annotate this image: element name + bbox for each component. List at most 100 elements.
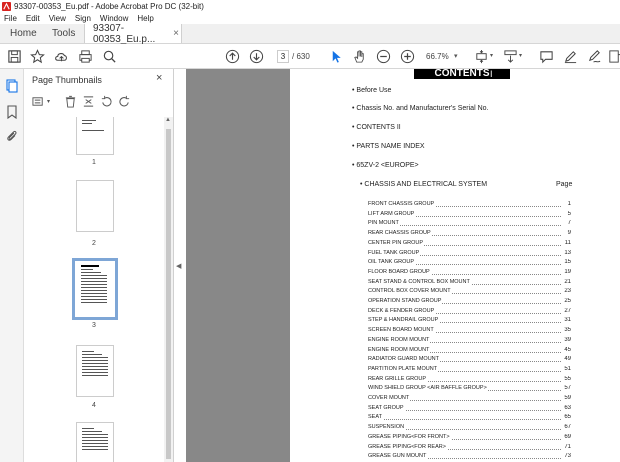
panel-close-icon[interactable]: × [156,72,162,84]
toc-title: WIND SHIELD GROUP <AIR BAFFLE GROUP> [368,385,488,392]
options-menu-icon[interactable] [32,95,46,109]
page-number-input[interactable]: 3 [277,50,289,63]
toc-row[interactable]: GREASE PIPING<FOR REAR> 71 [368,443,571,453]
toc-row[interactable]: SEAT STAND & CONTROL BOX MOUNT 21 [368,278,571,288]
toc-page-number: 21 [563,278,571,285]
toc-row[interactable]: PARTITION PLATE MOUNT 51 [368,365,571,375]
thumbnail-page-1[interactable] [76,117,114,155]
scrollbar-thumb[interactable] [166,129,171,459]
toc-row[interactable]: SEAT GROUP 63 [368,404,571,414]
scroll-up-icon[interactable]: ▲ [165,117,171,123]
tab-home[interactable]: Home [0,24,42,43]
toc-row[interactable]: FLOOR BOARD GROUP 19 [368,268,571,278]
toc-row[interactable]: COVER MOUNT 59 [368,395,571,404]
toc-row[interactable]: FRONT CHASSIS GROUP 1 [368,201,571,210]
page-fit-icon[interactable] [473,48,489,64]
zoom-in-icon[interactable] [399,48,415,64]
menu-help[interactable]: Help [137,14,153,23]
section-chassis-electrical[interactable]: • CHASSIS AND ELECTRICAL SYSTEM [360,181,487,188]
main-toolbar: 3 / 630 66.7% ▾ ▾ ▾ [0,44,620,69]
menu-sign[interactable]: Sign [75,14,91,23]
save-icon[interactable] [6,48,22,64]
hand-tool-icon[interactable] [351,48,367,64]
pen-highlight-icon[interactable] [562,48,578,64]
thumbnail-page-5[interactable] [76,422,114,462]
menu-window[interactable]: Window [100,14,128,23]
toc-title: GREASE PIPING<FOR FRONT> [368,433,451,440]
page-fit-dropdown-icon[interactable]: ▾ [490,52,493,59]
toc-row[interactable]: STEP & HANDRAIL GROUP 31 [368,317,571,326]
document-view[interactable]: CONTENTS I • Before Use • Chassis No. an… [186,69,620,462]
collapse-panel-icon[interactable]: ◀ [176,262,181,270]
toc-page-number: 13 [563,249,571,256]
contents-heading: CONTENTS [434,68,490,79]
toc-page-number: 23 [563,288,571,295]
toc-title: COVER MOUNT [368,395,411,401]
page-thumbnails-icon[interactable] [5,79,19,93]
toc-row[interactable]: SEAT 65 [368,414,571,423]
menu-file[interactable]: File [4,14,17,23]
bookmark-star-icon[interactable] [29,48,45,64]
attachments-icon[interactable] [5,129,19,143]
toc-page-number: 31 [563,317,571,324]
toc-row[interactable]: OIL TANK GROUP 15 [368,259,571,268]
rotate-counterclockwise-icon[interactable] [100,95,114,109]
options-dropdown-icon[interactable]: ▾ [47,98,50,105]
toc-row[interactable]: LIFT ARM GROUP 5 [368,210,571,220]
toc-page-number: 11 [563,239,571,246]
toc-row[interactable]: ENGINE ROOM MOUNT 39 [368,336,571,346]
tab-tools[interactable]: Tools [42,24,84,43]
toc-row[interactable]: FUEL TANK GROUP 13 [368,249,571,259]
sign-icon[interactable] [586,48,602,64]
rotate-clockwise-icon[interactable] [118,95,132,109]
toc-row[interactable]: PIN MOUNT 7 [368,220,571,229]
toc-page-number: 67 [563,424,571,431]
zoom-level[interactable]: 66.7% [426,52,449,61]
toc-title: SEAT [368,414,383,421]
toc-page-number: 57 [563,385,571,392]
more-tools-icon[interactable] [606,48,620,64]
section-chassis-no[interactable]: • Chassis No. and Manufacturer's Serial … [352,105,488,112]
toc-row[interactable]: GREASE GUN MOUNT 73 [368,453,571,462]
toc-row[interactable]: CENTER PIN GROUP 11 [368,239,571,249]
toc-title: RADIATOR GUARD MOUNT [368,356,440,363]
delete-page-icon[interactable] [64,95,78,109]
toc-row[interactable]: DECK & FENDER GROUP 27 [368,307,571,317]
toc-row[interactable]: RADIATOR GUARD MOUNT 49 [368,356,571,365]
search-icon[interactable] [101,48,117,64]
scroll-mode-icon[interactable] [502,48,518,64]
menu-edit[interactable]: Edit [26,14,40,23]
print-icon[interactable] [77,48,93,64]
thumbnail-page-3[interactable] [72,258,118,320]
thumbnail-page-4[interactable] [76,345,114,397]
menu-view[interactable]: View [49,14,66,23]
zoom-out-icon[interactable] [375,48,391,64]
scroll-mode-dropdown-icon[interactable]: ▾ [519,52,522,59]
section-65zv2[interactable]: • 65ZV-2 <EUROPE> [352,162,419,169]
select-cursor-icon[interactable] [328,48,344,64]
upload-cloud-icon[interactable] [53,48,69,64]
next-page-icon[interactable] [248,48,264,64]
toc-row[interactable]: SCREEN BOARD MOUNT 35 [368,327,571,336]
toc-row[interactable]: WIND SHIELD GROUP <AIR BAFFLE GROUP> 57 [368,385,571,394]
previous-page-icon[interactable] [224,48,240,64]
toc-row[interactable]: OPERATION STAND GROUP 25 [368,298,571,307]
tab-document[interactable]: 93307-00353_Eu.p... × [84,23,182,45]
thumbnail-scrollbar[interactable]: ▲ [164,117,173,462]
insert-pages-icon[interactable] [82,95,96,109]
section-before-use[interactable]: • Before Use [352,87,391,94]
toc-row[interactable]: GREASE PIPING<FOR FRONT> 69 [368,433,571,443]
section-contents-ii[interactable]: • CONTENTS II [352,124,401,131]
thumbnail-page-2[interactable] [76,180,114,232]
section-parts-index[interactable]: • PARTS NAME INDEX [352,143,425,150]
bookmarks-icon[interactable] [5,105,19,120]
toc-row[interactable]: SUSPENSION 67 [368,424,571,433]
toc-row[interactable]: CONTROL BOX COVER MOUNT 23 [368,288,571,297]
comment-icon[interactable] [538,48,554,64]
toc-title: PARTITION PLATE MOUNT [368,365,439,372]
zoom-dropdown-icon[interactable]: ▾ [454,52,458,60]
tab-close-icon[interactable]: × [173,28,179,39]
toc-row[interactable]: REAR CHASSIS GROUP 9 [368,230,571,239]
toc-row[interactable]: REAR GRILLE GROUP 55 [368,375,571,385]
toc-row[interactable]: ENGINE ROOM MOUNT 45 [368,346,571,356]
